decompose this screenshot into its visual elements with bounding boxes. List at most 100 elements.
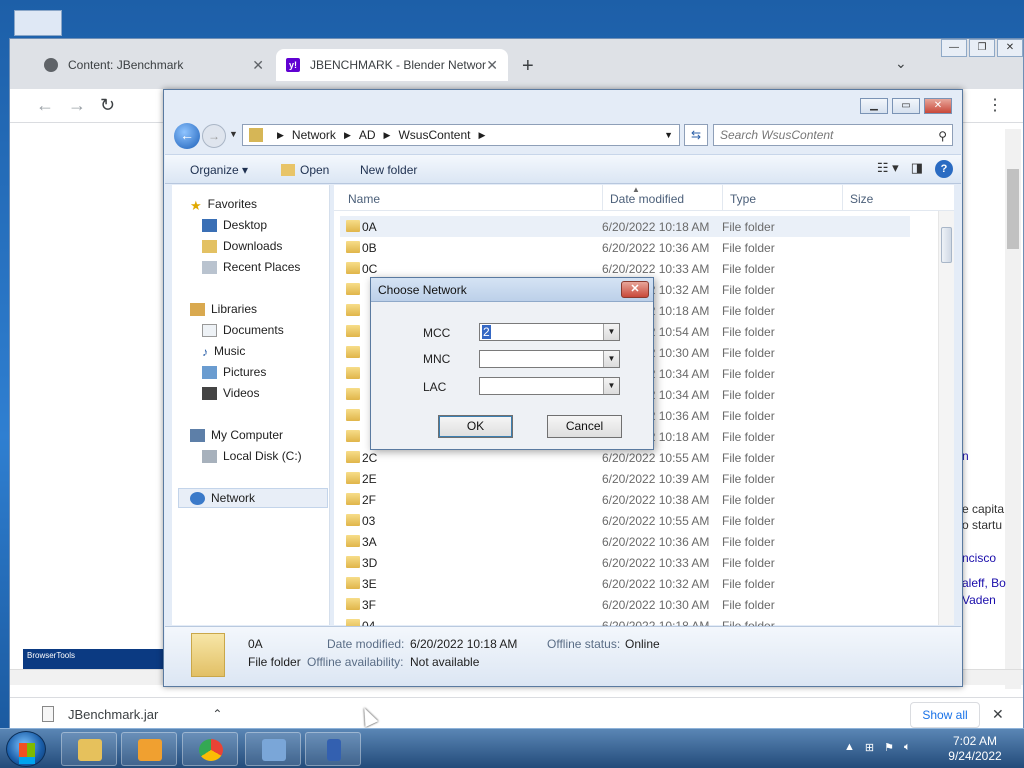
- taskbar-control-panel[interactable]: [245, 732, 301, 766]
- minimize-icon[interactable]: —: [941, 39, 967, 57]
- chevron-up-icon[interactable]: ⌃: [212, 707, 222, 721]
- breadcrumb-ad[interactable]: AD: [359, 128, 376, 142]
- taskbar-chrome[interactable]: [182, 732, 238, 766]
- column-divider[interactable]: [842, 185, 843, 211]
- download-item[interactable]: JBenchmark.jar ⌃: [42, 706, 222, 722]
- table-row[interactable]: 03 6/20/2022 10:55 AM File folder: [340, 510, 910, 531]
- show-hidden-icons-icon[interactable]: ▲: [844, 741, 855, 754]
- close-icon[interactable]: ✕: [997, 39, 1023, 57]
- nav-favorites[interactable]: ★ Favorites: [190, 197, 257, 213]
- chevron-right-icon[interactable]: ▶: [277, 130, 284, 141]
- desktop-shortcut-icon[interactable]: [14, 10, 62, 36]
- close-icon[interactable]: ✕: [992, 706, 1004, 723]
- lac-label: LAC: [423, 380, 447, 394]
- back-arrow-icon[interactable]: ←: [36, 95, 54, 116]
- close-icon[interactable]: ✕: [486, 57, 498, 74]
- taskbar-media-player[interactable]: [121, 732, 177, 766]
- file-type: File folder: [722, 472, 775, 486]
- chevron-down-icon[interactable]: ▼: [603, 378, 619, 394]
- chevron-down-icon[interactable]: ▼: [603, 351, 619, 367]
- close-icon[interactable]: ✕: [621, 281, 649, 298]
- back-arrow-icon[interactable]: ←: [174, 123, 200, 149]
- search-input[interactable]: Search WsusContent ⚲: [713, 124, 953, 146]
- show-all-button[interactable]: Show all: [910, 702, 980, 728]
- volume-icon[interactable]: 🔈︎: [904, 741, 911, 754]
- chevron-down-icon[interactable]: ▼: [603, 324, 619, 340]
- scrollbar-thumb[interactable]: [1007, 169, 1019, 249]
- column-divider[interactable]: [722, 185, 723, 211]
- new-tab-icon[interactable]: +: [522, 55, 534, 78]
- column-date-modified[interactable]: Date modified: [610, 192, 684, 206]
- restore-icon[interactable]: ❐: [969, 39, 995, 57]
- table-row[interactable]: 3D 6/20/2022 10:33 AM File folder: [340, 552, 910, 573]
- column-divider[interactable]: [602, 185, 603, 211]
- nav-downloads[interactable]: Downloads: [202, 239, 282, 253]
- lac-combobox[interactable]: ▼: [479, 377, 620, 395]
- tab-label: Content: JBenchmark: [68, 58, 184, 72]
- nav-recent-places[interactable]: Recent Places: [202, 260, 300, 274]
- ok-button[interactable]: OK: [438, 415, 513, 438]
- search-icon[interactable]: ⚲: [938, 126, 947, 146]
- action-center-icon[interactable]: ⚑: [884, 741, 894, 754]
- chevron-right-icon[interactable]: ▶: [478, 130, 485, 141]
- nav-desktop[interactable]: Desktop: [202, 218, 267, 232]
- column-size[interactable]: Size: [850, 192, 873, 206]
- table-row[interactable]: 3E 6/20/2022 10:32 AM File folder: [340, 573, 910, 594]
- nav-local-disk[interactable]: Local Disk (C:): [202, 449, 302, 463]
- column-type[interactable]: Type: [730, 192, 756, 206]
- mnc-combobox[interactable]: ▼: [479, 350, 620, 368]
- maximize-icon[interactable]: ▭: [892, 98, 920, 114]
- menu-kebab-icon[interactable]: ⋮: [987, 95, 1003, 115]
- taskbar-phone-emulator[interactable]: [305, 732, 361, 766]
- forward-arrow-icon[interactable]: →: [202, 124, 226, 148]
- chevron-down-icon[interactable]: ▼: [664, 130, 673, 140]
- table-row[interactable]: 2F 6/20/2022 10:38 AM File folder: [340, 489, 910, 510]
- table-row[interactable]: 3A 6/20/2022 10:36 AM File folder: [340, 531, 910, 552]
- preview-pane-icon[interactable]: ◨: [911, 160, 923, 178]
- table-row[interactable]: 3F 6/20/2022 10:30 AM File folder: [340, 594, 910, 615]
- forward-arrow-icon[interactable]: →: [68, 95, 86, 116]
- close-icon[interactable]: ✕: [252, 57, 264, 74]
- chevron-right-icon[interactable]: ▶: [384, 130, 391, 141]
- browsertools-banner[interactable]: BrowserTools: [23, 649, 173, 669]
- help-icon[interactable]: ?: [935, 160, 953, 178]
- start-button[interactable]: [6, 731, 46, 767]
- scrollbar-thumb[interactable]: [941, 227, 952, 263]
- file-name: 2E: [362, 472, 377, 486]
- mcc-combobox[interactable]: 2 ▼: [479, 323, 620, 341]
- clock[interactable]: 7:02 AM 9/24/2022: [940, 734, 1010, 764]
- nav-my-computer[interactable]: My Computer: [190, 428, 283, 442]
- breadcrumb-network[interactable]: Network: [292, 128, 336, 142]
- nav-documents[interactable]: Documents: [202, 323, 284, 337]
- nav-music[interactable]: ♪ Music: [202, 344, 245, 359]
- reload-icon[interactable]: ↻: [100, 95, 115, 116]
- table-row[interactable]: 2C 6/20/2022 10:55 AM File folder: [340, 447, 910, 468]
- network-tray-icon[interactable]: ⊞: [865, 741, 874, 754]
- nav-videos[interactable]: Videos: [202, 386, 259, 400]
- table-row[interactable]: 2E 6/20/2022 10:39 AM File folder: [340, 468, 910, 489]
- table-row[interactable]: 0C 6/20/2022 10:33 AM File folder: [340, 258, 910, 279]
- minimize-icon[interactable]: ▁: [860, 98, 888, 114]
- tab-content-jbenchmark[interactable]: Content: JBenchmark ✕: [34, 49, 274, 81]
- cancel-button[interactable]: Cancel: [547, 415, 622, 438]
- open-button[interactable]: Open: [281, 163, 329, 177]
- nav-libraries[interactable]: Libraries: [190, 302, 257, 316]
- tab-jbenchmark-blender[interactable]: y! JBENCHMARK - Blender Networ ✕: [276, 49, 508, 81]
- refresh-icon[interactable]: ⇆: [684, 124, 708, 146]
- chevron-down-icon[interactable]: ▼: [229, 129, 238, 139]
- new-folder-button[interactable]: New folder: [360, 163, 417, 177]
- table-row[interactable]: 0A 6/20/2022 10:18 AM File folder: [340, 216, 910, 237]
- chevron-down-icon[interactable]: ⌄: [895, 55, 907, 72]
- view-options-icon[interactable]: ☷ ▾: [877, 160, 899, 178]
- table-row[interactable]: 0B 6/20/2022 10:36 AM File folder: [340, 237, 910, 258]
- chevron-right-icon[interactable]: ▶: [344, 130, 351, 141]
- breadcrumb-wsuscontent[interactable]: WsusContent: [398, 128, 470, 142]
- nav-network[interactable]: Network: [190, 491, 255, 505]
- nav-pictures[interactable]: Pictures: [202, 365, 266, 379]
- organize-button[interactable]: Organize ▾: [190, 163, 248, 177]
- list-scrollbar[interactable]: [938, 211, 954, 625]
- taskbar-explorer[interactable]: [61, 732, 117, 766]
- address-bar[interactable]: ▶ Network ▶ AD ▶ WsusContent ▶ ▼: [242, 124, 680, 146]
- column-name[interactable]: Name: [348, 192, 380, 206]
- close-icon[interactable]: ✕: [924, 98, 952, 114]
